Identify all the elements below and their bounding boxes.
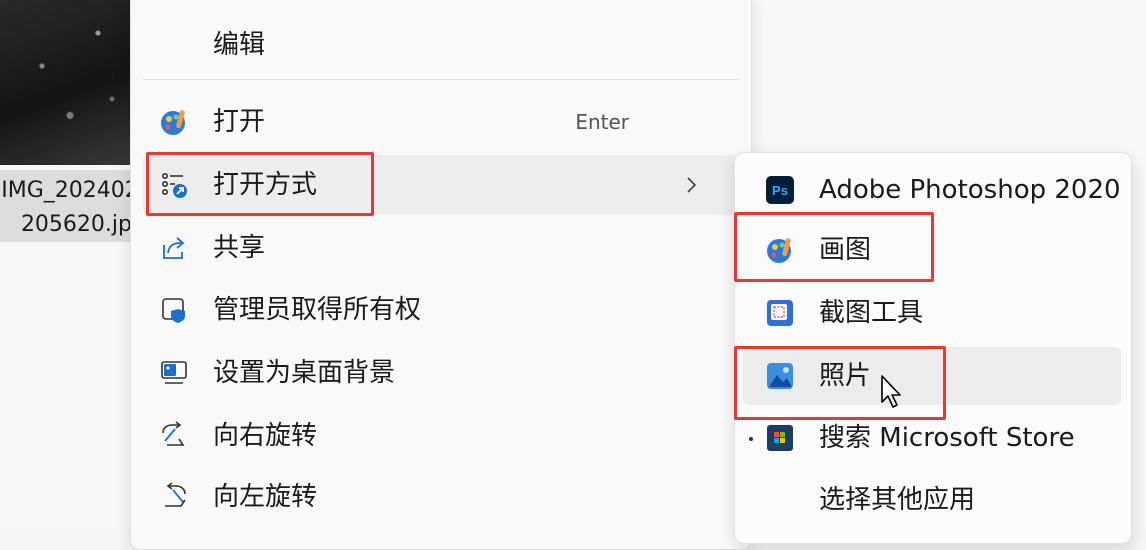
menu-item-rotate-left-label: 向左旋转 bbox=[213, 482, 318, 512]
desktop: IMG_202402 205620.jp 编辑 打开 Enter 打开方式 共享… bbox=[0, 0, 1146, 550]
submenu-item-paint-label: 画图 bbox=[819, 235, 872, 265]
submenu-item-paint[interactable]: 画图 bbox=[743, 221, 1121, 279]
menu-item-open-label: 打开 bbox=[213, 107, 266, 137]
file-name-line1: IMG_202402 bbox=[1, 178, 139, 203]
submenu-item-choose-other-app-label: 选择其他应用 bbox=[819, 485, 976, 515]
submenu-item-store[interactable]: 搜索 Microsoft Store bbox=[743, 409, 1121, 467]
menu-item-open-with[interactable]: 打开方式 bbox=[143, 155, 739, 215]
menu-item-rotate-right-label: 向右旋转 bbox=[213, 421, 318, 451]
open-with-submenu: Ps Adobe Photoshop 2020 画图 截图工具 照片 搜索 Mi… bbox=[734, 152, 1132, 544]
menu-item-open[interactable]: 打开 Enter bbox=[143, 92, 739, 152]
submenu-item-photoshop[interactable]: Ps Adobe Photoshop 2020 bbox=[743, 161, 1121, 219]
rotate-left-icon bbox=[165, 482, 186, 507]
file-name: IMG_202402 205620.jp bbox=[0, 170, 140, 242]
menu-separator bbox=[143, 79, 739, 80]
menu-item-set-wallpaper[interactable]: 设置为桌面背景 bbox=[143, 343, 739, 403]
share-icon bbox=[163, 237, 185, 259]
photos-icon bbox=[767, 363, 793, 389]
paint-app-icon bbox=[161, 110, 185, 135]
menu-item-share[interactable]: 共享 bbox=[143, 218, 739, 278]
file-thumbnail bbox=[0, 0, 140, 165]
submenu-item-photos-label: 照片 bbox=[819, 361, 872, 391]
photoshop-icon: Ps bbox=[766, 176, 794, 204]
bullet-dot bbox=[749, 437, 753, 441]
wallpaper-icon bbox=[161, 361, 187, 384]
menu-item-rotate-left[interactable]: 向左旋转 bbox=[143, 467, 739, 527]
submenu-item-store-label: 搜索 Microsoft Store bbox=[819, 423, 1075, 453]
snipping-tool-icon bbox=[767, 300, 793, 326]
menu-item-open-with-label: 打开方式 bbox=[213, 170, 318, 200]
context-menu: 编辑 打开 Enter 打开方式 共享 管理员取得所有权 设置为桌面背景 向右旋… bbox=[130, 0, 752, 550]
menu-item-set-wallpaper-label: 设置为桌面背景 bbox=[213, 358, 396, 388]
file-name-line2: 205620.jp bbox=[20, 212, 132, 237]
svg-text:Ps: Ps bbox=[772, 183, 788, 198]
store-icon bbox=[767, 425, 793, 451]
rotate-right-icon bbox=[162, 421, 185, 446]
paint-icon bbox=[767, 238, 791, 263]
submenu-item-snipping-tool[interactable]: 截图工具 bbox=[743, 284, 1121, 342]
admin-shield-icon bbox=[162, 298, 185, 323]
menu-item-take-ownership-label: 管理员取得所有权 bbox=[213, 295, 422, 325]
submenu-item-choose-other-app[interactable]: 选择其他应用 bbox=[743, 471, 1121, 529]
menu-item-edit-label: 编辑 bbox=[213, 30, 266, 60]
open-with-icon bbox=[161, 172, 187, 198]
mouse-cursor-icon bbox=[881, 375, 901, 408]
chevron-right-icon bbox=[687, 177, 697, 193]
menu-item-rotate-right[interactable]: 向右旋转 bbox=[143, 406, 739, 466]
submenu-item-snipping-tool-label: 截图工具 bbox=[819, 298, 924, 328]
menu-item-open-shortcut: Enter bbox=[575, 110, 629, 134]
menu-item-share-label: 共享 bbox=[213, 233, 266, 263]
menu-item-take-ownership[interactable]: 管理员取得所有权 bbox=[143, 280, 739, 340]
submenu-item-photoshop-label: Adobe Photoshop 2020 bbox=[819, 175, 1121, 205]
menu-item-edit[interactable]: 编辑 bbox=[143, 15, 739, 75]
submenu-item-photos[interactable]: 照片 bbox=[743, 347, 1121, 405]
